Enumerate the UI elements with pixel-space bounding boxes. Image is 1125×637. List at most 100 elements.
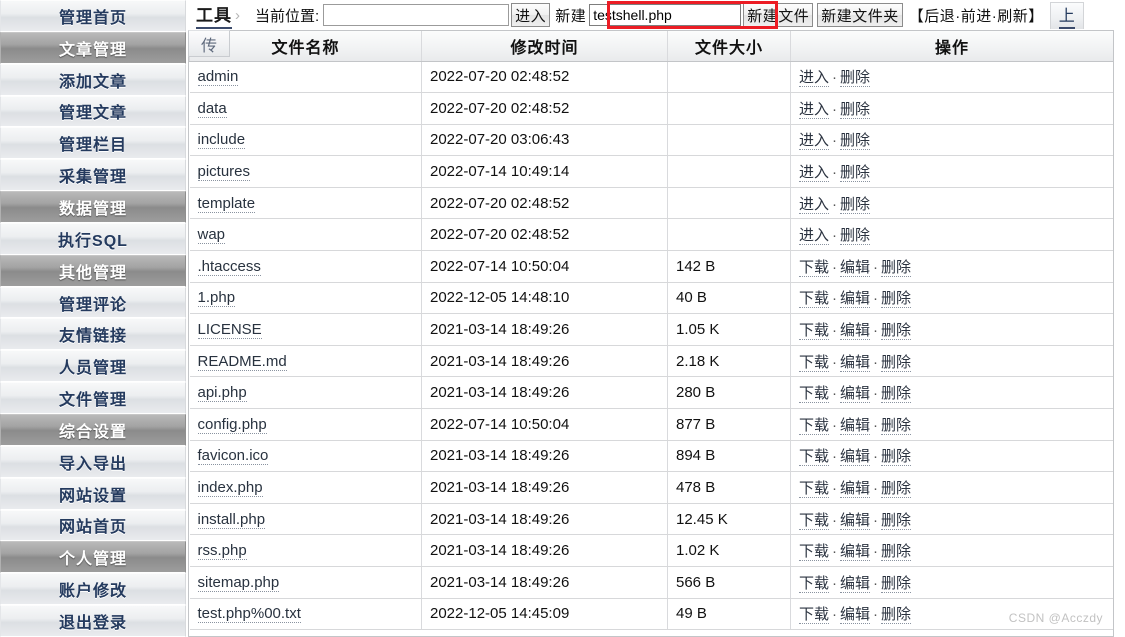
file-name-link[interactable]: wap [197,226,226,245]
file-name-link[interactable]: 1.php [197,289,236,308]
enter-link[interactable]: 进入 [799,132,830,151]
sidebar-item-18[interactable]: 个人管理 [0,541,186,574]
sidebar-item-15[interactable]: 导入导出 [0,445,186,478]
edit-link[interactable]: 编辑 [840,290,871,309]
edit-link[interactable]: 编辑 [840,258,871,277]
current-location-input[interactable] [323,4,510,26]
file-name-link[interactable]: data [197,99,227,118]
file-name-link[interactable]: LICENSE [197,321,262,340]
sidebar-item-9[interactable]: 其他管理 [0,254,186,287]
edit-link[interactable]: 编辑 [840,353,871,372]
delete-link[interactable]: 删除 [881,606,912,625]
sidebar-item-20[interactable]: 退出登录 [0,605,186,637]
delete-link[interactable]: 删除 [881,385,912,404]
download-link[interactable]: 下载 [799,480,830,499]
download-link[interactable]: 下载 [799,606,830,625]
enter-link[interactable]: 进入 [799,100,830,119]
tab-tools[interactable]: 工具 › [190,1,245,29]
delete-link[interactable]: 删除 [881,448,912,467]
edit-link[interactable]: 编辑 [840,480,871,499]
enter-button[interactable]: 进入 [511,3,551,27]
sidebar-item-10[interactable]: 管理评论 [0,286,186,319]
sidebar-item-17[interactable]: 网站首页 [0,509,186,542]
enter-link[interactable]: 进入 [799,164,830,183]
sidebar-item-11[interactable]: 友情链接 [0,318,186,351]
sidebar-item-5[interactable]: 管理栏目 [0,127,186,160]
edit-link[interactable]: 编辑 [840,416,871,435]
delete-link[interactable]: 删除 [840,100,871,119]
sidebar-item-13[interactable]: 文件管理 [0,382,186,414]
delete-link[interactable]: 删除 [840,164,871,183]
new-item-name-input[interactable] [589,4,742,26]
delete-link[interactable]: 删除 [840,227,871,246]
forward-link[interactable]: 前进 [961,8,992,25]
delete-link[interactable]: 删除 [840,132,871,151]
sidebar-item-7[interactable]: 数据管理 [0,191,186,223]
file-name-link[interactable]: rss.php [197,542,247,561]
tab-upload[interactable]: 传 [188,30,230,57]
delete-link[interactable]: 删除 [881,353,912,372]
tab-up-directory[interactable]: 上 [1049,1,1084,29]
sidebar-item-16[interactable]: 网站设置 [0,477,186,510]
sidebar-item-1[interactable]: 管理首页 [0,0,186,32]
delete-link[interactable]: 删除 [881,322,912,341]
file-name-link[interactable]: config.php [197,415,267,434]
file-name-link[interactable]: include [197,131,246,150]
delete-link[interactable]: 删除 [881,574,912,593]
delete-link[interactable]: 删除 [881,543,912,562]
sidebar-item-14[interactable]: 综合设置 [0,413,186,446]
file-name-link[interactable]: pictures [197,163,251,182]
enter-link[interactable]: 进入 [799,69,830,88]
download-link[interactable]: 下载 [799,574,830,593]
sidebar-item-19[interactable]: 账户修改 [0,573,186,606]
column-header-size[interactable]: 文件大小 [667,31,791,62]
enter-link[interactable]: 进入 [799,227,830,246]
delete-link[interactable]: 删除 [840,69,871,88]
download-link[interactable]: 下载 [799,290,830,309]
delete-link[interactable]: 删除 [881,511,912,530]
file-name-link[interactable]: favicon.ico [197,447,269,466]
file-name-link[interactable]: sitemap.php [197,573,280,592]
download-link[interactable]: 下载 [799,258,830,277]
edit-link[interactable]: 编辑 [840,543,871,562]
delete-link[interactable]: 删除 [881,290,912,309]
download-link[interactable]: 下载 [799,416,830,435]
cell-file-size [667,124,791,157]
file-name-link[interactable]: api.php [197,384,247,403]
file-name-link[interactable]: README.md [197,352,287,371]
edit-link[interactable]: 编辑 [840,385,871,404]
file-name-link[interactable]: test.php%00.txt [197,605,301,624]
sidebar-item-8[interactable]: 执行SQL [0,222,186,255]
edit-link[interactable]: 编辑 [840,322,871,341]
edit-link[interactable]: 编辑 [840,511,871,530]
file-name-link[interactable]: .htaccess [197,257,261,276]
back-link[interactable]: 后退 [924,8,955,25]
file-name-link[interactable]: admin [197,68,239,87]
new-folder-button[interactable]: 新建文件夹 [817,3,903,27]
delete-link[interactable]: 删除 [881,416,912,435]
download-link[interactable]: 下载 [799,511,830,530]
download-link[interactable]: 下载 [799,385,830,404]
file-name-link[interactable]: install.php [197,510,266,529]
column-header-time[interactable]: 修改时间 [421,31,668,62]
edit-link[interactable]: 编辑 [840,606,871,625]
download-link[interactable]: 下载 [799,543,830,562]
file-name-link[interactable]: index.php [197,479,263,498]
download-link[interactable]: 下载 [799,322,830,341]
sidebar-item-2[interactable]: 文章管理 [0,31,186,64]
refresh-link[interactable]: 刷新 [997,8,1028,25]
sidebar-item-12[interactable]: 人员管理 [0,350,186,383]
enter-link[interactable]: 进入 [799,195,830,214]
delete-link[interactable]: 删除 [881,480,912,499]
sidebar-item-3[interactable]: 添加文章 [0,63,186,96]
sidebar-item-6[interactable]: 采集管理 [0,159,186,192]
download-link[interactable]: 下载 [799,448,830,467]
delete-link[interactable]: 删除 [840,195,871,214]
file-name-link[interactable]: template [197,194,256,213]
edit-link[interactable]: 编辑 [840,448,871,467]
new-file-button[interactable]: 新建文件 [743,3,814,27]
sidebar-item-4[interactable]: 管理文章 [0,95,186,128]
edit-link[interactable]: 编辑 [840,574,871,593]
delete-link[interactable]: 删除 [881,258,912,277]
download-link[interactable]: 下载 [799,353,830,372]
